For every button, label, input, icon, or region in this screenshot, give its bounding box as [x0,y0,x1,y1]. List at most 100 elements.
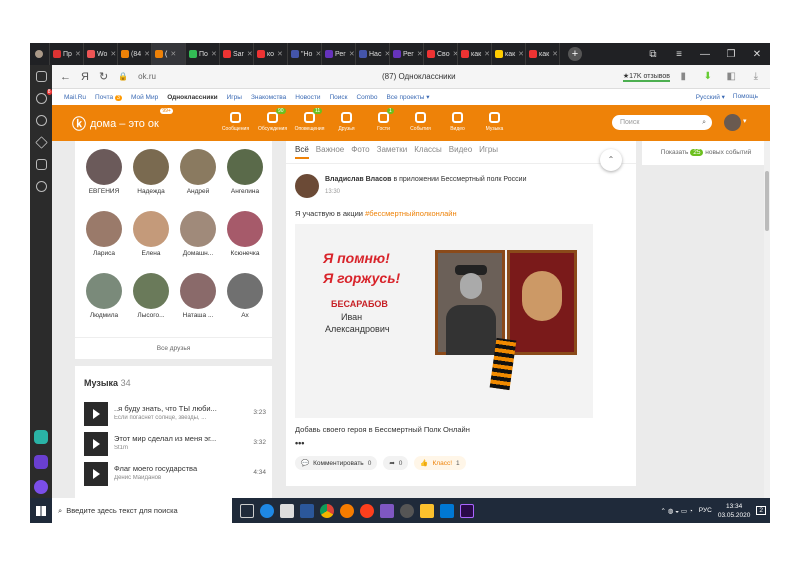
track-title[interactable]: Флаг моего государства [114,464,239,473]
track-artist[interactable]: St1m [114,445,239,451]
friend-avatar[interactable] [227,273,263,309]
friend-avatar[interactable] [180,211,216,247]
app-icon-1[interactable] [34,430,48,444]
search-icon[interactable]: ⌕ [702,115,706,130]
tab-close-icon[interactable]: ✕ [349,50,355,58]
chevron-down-icon[interactable]: ▾ [743,117,747,125]
track-artist[interactable]: Денис Майданов [114,475,239,481]
language-select[interactable]: Русский ▾ [696,93,725,101]
taskbar-search[interactable]: ⌕ Введите здесь текст для поиска [52,498,232,523]
nav-novosti[interactable]: Новости [295,94,320,101]
tab-close-icon[interactable]: ✕ [110,50,116,58]
feed-tab[interactable]: Видео [449,145,472,159]
browser-tab[interactable]: Сво ✕ [424,43,458,65]
browser-tab[interactable]: Рег ✕ [390,43,424,65]
nav-znakomstva[interactable]: Знакомства [251,94,286,101]
tab-close-icon[interactable]: ✕ [417,50,423,58]
notifications-bell-icon[interactable]: 8 [35,89,52,104]
nav-igry[interactable]: Игры [227,94,242,101]
browser-tab[interactable]: Рег ✕ [322,43,356,65]
url-field[interactable]: ok.ru [138,72,156,81]
friend-card[interactable]: Домашн... [177,211,219,257]
friend-name[interactable]: Лысого... [130,312,172,319]
friend-avatar[interactable] [180,149,216,185]
feed-tab[interactable]: Заметки [377,145,408,159]
friend-name[interactable]: Ксюнечка [224,250,266,257]
play-icon[interactable] [84,462,108,486]
site-rating[interactable]: ★17K отзывов [622,72,670,82]
post-image[interactable]: Я помню! Я горжусь! БЕСАРАБОВ Иван Алекс… [295,224,593,418]
post-hashtag[interactable]: #бессмертныйполконлайн [365,209,457,218]
nav-odnoklassniki[interactable]: Одноклассники [167,94,217,101]
friend-avatar[interactable] [227,149,263,185]
friend-card[interactable]: Ах [224,273,266,319]
tabs-overview-icon[interactable]: ⧉ [640,49,666,60]
comment-button[interactable]: 💬 Комментировать 0 [295,456,378,470]
ok-tool-4[interactable]: 1 Гости [365,108,402,132]
tray-icons[interactable]: ⌃ ◍ ◒ ▭ ◔ [660,507,692,515]
tab-close-icon[interactable]: ✕ [518,50,524,58]
browser-tab[interactable]: Пр ✕ [50,43,84,65]
browser-tab[interactable]: как ✕ [458,43,492,65]
clock[interactable]: 13:34 03.05.2020 [718,502,751,520]
yandex-browser-icon[interactable] [360,503,374,518]
new-tab-button[interactable]: + [568,47,582,61]
browser-tab[interactable]: Нас ✕ [356,43,390,65]
friend-card[interactable]: Наташа ... [177,273,219,319]
track-artist[interactable]: Если погаснет солнце, звезды, ... [114,415,239,421]
tab-close-icon[interactable]: ✕ [211,50,217,58]
play-icon[interactable] [84,432,108,456]
history-clock-icon[interactable] [35,115,47,126]
friend-name[interactable]: Елена [130,250,172,257]
restore-button[interactable]: ❐ [718,49,744,60]
friend-name[interactable]: Ах [224,312,266,319]
browser-tab[interactable]: ко ✕ [254,43,288,65]
friend-card[interactable]: Людмила [83,273,125,319]
nav-all-projects[interactable]: Все проекты ▾ [386,93,429,101]
friend-card[interactable]: Ангелина [224,149,266,195]
friend-name[interactable]: Людмила [83,312,125,319]
mail-icon[interactable] [440,503,454,518]
friend-avatar[interactable] [86,273,122,309]
friend-avatar[interactable] [227,211,263,247]
explorer-icon[interactable] [420,503,434,518]
ok-logo[interactable]: ⓚ дома – это ок 99+ [72,108,173,134]
friend-name[interactable]: Лариса [83,250,125,257]
play-icon[interactable] [84,402,108,426]
friend-name[interactable]: Ангелина [224,188,266,195]
nav-mailru[interactable]: Mail.Ru [64,94,86,101]
ok-tool-3[interactable]: Друзья [328,109,365,132]
notifications-icon[interactable]: 2 [756,506,766,515]
download-icon[interactable]: ⬇ [704,71,712,82]
friend-name[interactable]: Домашн... [177,250,219,257]
post-author-name[interactable]: Владислав Власов [325,176,392,183]
post-more-menu[interactable]: ••• [295,438,304,448]
friend-card[interactable]: Лариса [83,211,125,257]
menu-icon[interactable]: ≡ [666,49,692,60]
ok-tool-1[interactable]: 90 Обсуждения [254,108,291,132]
word-icon[interactable] [300,503,314,518]
track-title[interactable]: ..я буду знать, что ТЫ люби... [114,404,239,413]
yandex-home-button[interactable]: Я [81,71,89,83]
input-language[interactable]: РУС [699,507,712,514]
chrome-icon[interactable] [320,503,334,518]
feed-tab[interactable]: Важное [316,145,344,159]
all-friends-link[interactable]: Все друзья [75,337,272,359]
task-view-icon[interactable] [240,503,254,518]
premiere-icon[interactable] [460,503,474,518]
tab-close-icon[interactable]: ✕ [277,50,283,58]
film-icon[interactable] [400,503,414,518]
feed-tab[interactable]: Игры [479,145,498,159]
feed-tab[interactable]: Всё [295,145,309,159]
music-track[interactable]: Флаг моего государства Денис Майданов 4:34 [84,462,266,488]
ok-search-input[interactable]: Поиск ⌕ [612,115,712,130]
tab-close-icon[interactable]: ✕ [484,50,490,58]
user-avatar[interactable] [724,114,741,131]
nav-pochta[interactable]: Почта 3 [95,94,122,101]
extensions-icon[interactable]: ◧ [727,71,736,82]
post-app-text[interactable]: в приложении Бессмертный полк России [393,176,526,183]
tab-close-icon[interactable]: ✕ [247,50,253,58]
close-button[interactable]: ✕ [744,49,770,60]
music-track[interactable]: ..я буду знать, что ТЫ люби... Если погас… [84,402,266,428]
ok-tool-2[interactable]: 11 Оповещения [291,108,328,132]
